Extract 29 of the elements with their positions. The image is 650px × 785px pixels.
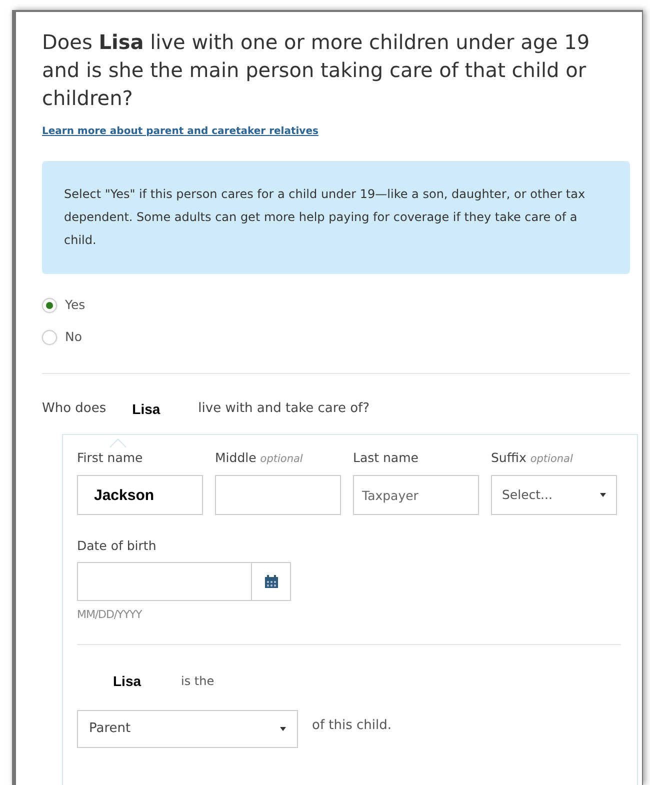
- question-heading: Does Lisa live with one or more children under age 19 and is she the main person taking care of that child or children?: [42, 29, 591, 112]
- field-label: Date of birth: [77, 537, 158, 556]
- radio-button[interactable]: [42, 298, 57, 313]
- person-name: Lisa: [132, 400, 160, 418]
- field-label: First name: [77, 448, 144, 466]
- field-label: Last name: [353, 448, 420, 466]
- radio-label[interactable]: No: [65, 328, 82, 346]
- calendar-button[interactable]: [252, 562, 291, 601]
- text-field[interactable]: [215, 475, 341, 516]
- field-label: Suffix optional: [491, 448, 574, 466]
- radio-label[interactable]: Yes: [65, 296, 86, 315]
- info-box: Select "Yes" if this person cares for a child under 19—like a son, daughter, or other tax dependent. Some adults can get more help paying for coverage if they take care of a child.: [42, 161, 630, 274]
- person-name: Lisa: [113, 672, 142, 690]
- follow-up-label: live with and take care of?: [198, 400, 370, 418]
- follow-up-label: Who does: [42, 400, 106, 418]
- date-of-birth-field[interactable]: [77, 562, 252, 601]
- caret-icon: [600, 493, 606, 498]
- relationship-label: is the: [181, 673, 214, 690]
- learn-more-link[interactable]: Learn more about parent and caretaker relatives: [42, 124, 318, 139]
- format-hint: MM/DD/YYYY: [77, 607, 144, 623]
- relationship-select[interactable]: Parent: [77, 710, 298, 748]
- calendar-icon: [264, 575, 278, 588]
- text-field[interactable]: Taxpayer: [353, 475, 479, 516]
- caret-icon: [280, 726, 286, 730]
- radio-button[interactable]: [42, 330, 57, 345]
- field-label: Middle optional: [215, 448, 304, 466]
- relationship-label: of this child.: [312, 716, 392, 734]
- text-field[interactable]: Jackson: [77, 475, 203, 516]
- suffix-select[interactable]: Select...: [491, 475, 617, 516]
